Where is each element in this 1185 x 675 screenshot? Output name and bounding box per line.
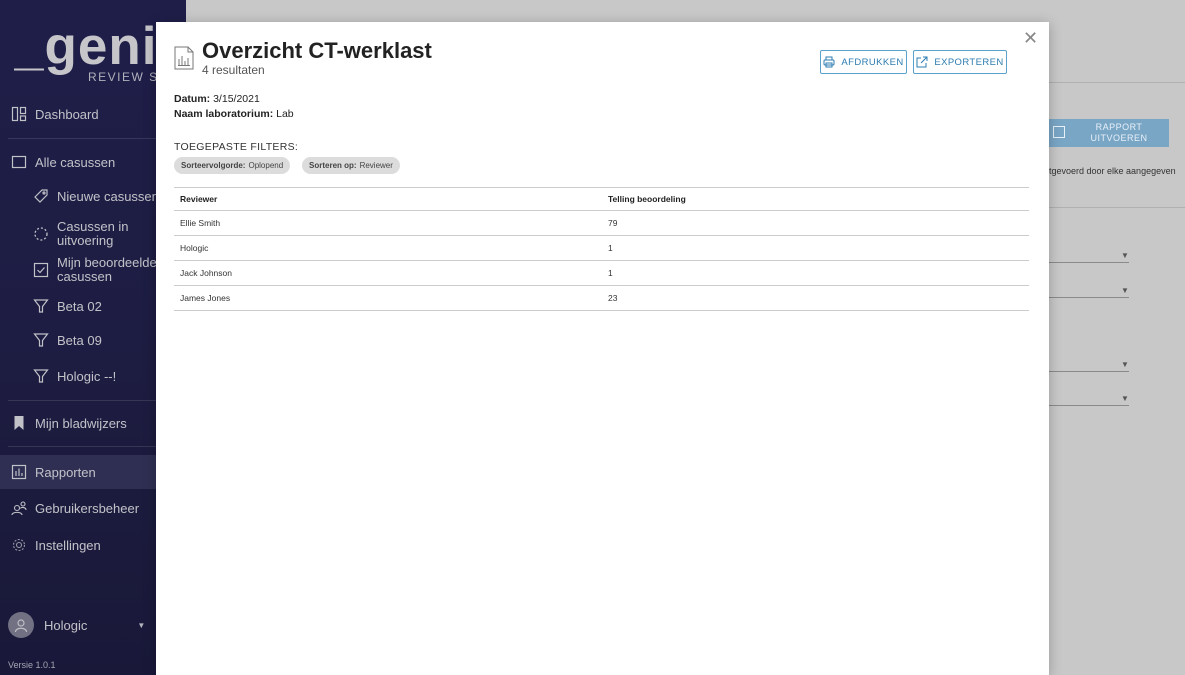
- user-menu[interactable]: Hologic ▼: [8, 612, 145, 638]
- run-report-label: RAPPORT UITVOEREN: [1090, 122, 1148, 143]
- report-icon: [1053, 126, 1065, 138]
- chevron-down-icon: ▼: [1121, 394, 1129, 403]
- count-cell: 23: [602, 285, 1029, 311]
- sidebar-item-label: Alle casussen: [35, 154, 116, 170]
- date-value: 3/15/2021: [213, 93, 260, 105]
- report-date: Datum: 3/15/2021: [174, 93, 260, 105]
- background-divider: [1040, 82, 1185, 83]
- background-description: tgevoerd door elke aangegeven: [1049, 166, 1176, 176]
- users-icon: [10, 499, 28, 517]
- user-name: Hologic: [44, 617, 88, 633]
- folder-icon: [10, 153, 28, 171]
- close-icon[interactable]: ✕: [1023, 28, 1038, 49]
- date-label: Datum:: [174, 93, 211, 105]
- filter-chip-sort-by: Sorteren op: Reviewer: [302, 157, 400, 174]
- print-button[interactable]: AFDRUKKEN: [820, 50, 907, 74]
- sidebar-item-label: Beta 02: [57, 298, 102, 314]
- modal-title: Overzicht CT-werklast: [202, 38, 432, 63]
- filter-chip-sort-order: Sorteervolgorde: Oplopend: [174, 157, 291, 174]
- chevron-down-icon: ▼: [1121, 360, 1129, 369]
- printer-icon: [823, 56, 835, 68]
- filter-icon: [32, 367, 50, 385]
- lab-name: Naam laboratorium: Lab: [174, 108, 294, 120]
- export-button[interactable]: EXPORTEREN: [913, 50, 1007, 74]
- table-row: Hologic 1: [174, 235, 1029, 261]
- export-label: EXPORTEREN: [934, 56, 1004, 68]
- avatar: [8, 612, 34, 638]
- sidebar-item-label: Gebruikersbeheer: [35, 500, 140, 516]
- background-select[interactable]: [1049, 371, 1129, 372]
- chevron-down-icon: ▼: [137, 620, 146, 630]
- sidebar-item-label: Instellingen: [35, 537, 101, 553]
- filter-key: Sorteren op:: [309, 161, 357, 170]
- sidebar-item-label: Beta 09: [57, 332, 102, 348]
- lab-value: Lab: [276, 108, 294, 120]
- sidebar-item-label: Mijn bladwijzers: [35, 415, 127, 431]
- result-count: 4 resultaten: [202, 63, 265, 77]
- print-label: AFDRUKKEN: [841, 56, 904, 68]
- background-divider: [1040, 207, 1185, 208]
- dashboard-icon: [10, 105, 28, 123]
- table-row: James Jones 23: [174, 285, 1029, 311]
- sidebar-item-label: Mijn beoordeelde casussen: [57, 255, 157, 284]
- filter-icon: [32, 331, 50, 349]
- report-icon: [10, 463, 28, 481]
- background-select[interactable]: [1049, 262, 1129, 263]
- background-page: [1040, 14, 1185, 675]
- run-report-button[interactable]: RAPPORT UITVOEREN: [1049, 119, 1169, 147]
- reviewer-cell: Jack Johnson: [174, 260, 602, 286]
- reviewer-cell: Hologic: [174, 235, 602, 261]
- checkbox-icon: [32, 261, 50, 279]
- bookmark-icon: [10, 414, 28, 432]
- sidebar-item-label: Casussen in uitvoering: [57, 219, 129, 248]
- progress-icon: [32, 225, 50, 243]
- report-modal: ✕ Overzicht CT-werklast 4 resultaten AFD…: [156, 22, 1049, 675]
- tag-icon: [32, 187, 50, 205]
- gear-icon: [10, 536, 28, 554]
- column-header-review-count[interactable]: Telling beoordeling: [602, 187, 1029, 211]
- app-version: Versie 1.0.1: [8, 660, 56, 670]
- background-select[interactable]: [1049, 405, 1129, 406]
- sidebar-divider: [8, 400, 178, 401]
- sidebar-divider: [8, 138, 178, 139]
- lab-label: Naam laboratorium:: [174, 108, 274, 120]
- report-document-icon: [174, 46, 194, 70]
- sidebar-item-label: Hologic --!: [57, 368, 117, 384]
- sidebar-item-label: Rapporten: [35, 464, 96, 480]
- applied-filters-heading: TOEGEPASTE FILTERS:: [174, 141, 299, 153]
- table-row: Jack Johnson 1: [174, 260, 1029, 286]
- column-header-reviewer[interactable]: Reviewer: [174, 187, 602, 211]
- table-row: Ellie Smith 79: [174, 210, 1029, 236]
- count-cell: 1: [602, 260, 1029, 286]
- sidebar-divider: [8, 446, 178, 447]
- count-cell: 79: [602, 210, 1029, 236]
- chevron-down-icon: ▼: [1121, 286, 1129, 295]
- reviewer-cell: Ellie Smith: [174, 210, 602, 236]
- chevron-down-icon: ▼: [1121, 251, 1129, 260]
- filter-key: Sorteervolgorde:: [181, 161, 246, 170]
- sidebar-item-label: Dashboard: [35, 106, 99, 122]
- reviewer-cell: James Jones: [174, 285, 602, 311]
- filter-value: Reviewer: [359, 161, 393, 170]
- filter-value: Oplopend: [248, 161, 284, 170]
- background-select[interactable]: [1049, 297, 1129, 298]
- sidebar-item-label: Nieuwe casussen: [57, 188, 159, 204]
- table-header-row: Reviewer Telling beoordeling: [174, 187, 1029, 211]
- count-cell: 1: [602, 235, 1029, 261]
- results-table: Reviewer Telling beoordeling Ellie Smith…: [174, 187, 1029, 311]
- filter-icon: [32, 297, 50, 315]
- external-link-icon: [916, 56, 928, 68]
